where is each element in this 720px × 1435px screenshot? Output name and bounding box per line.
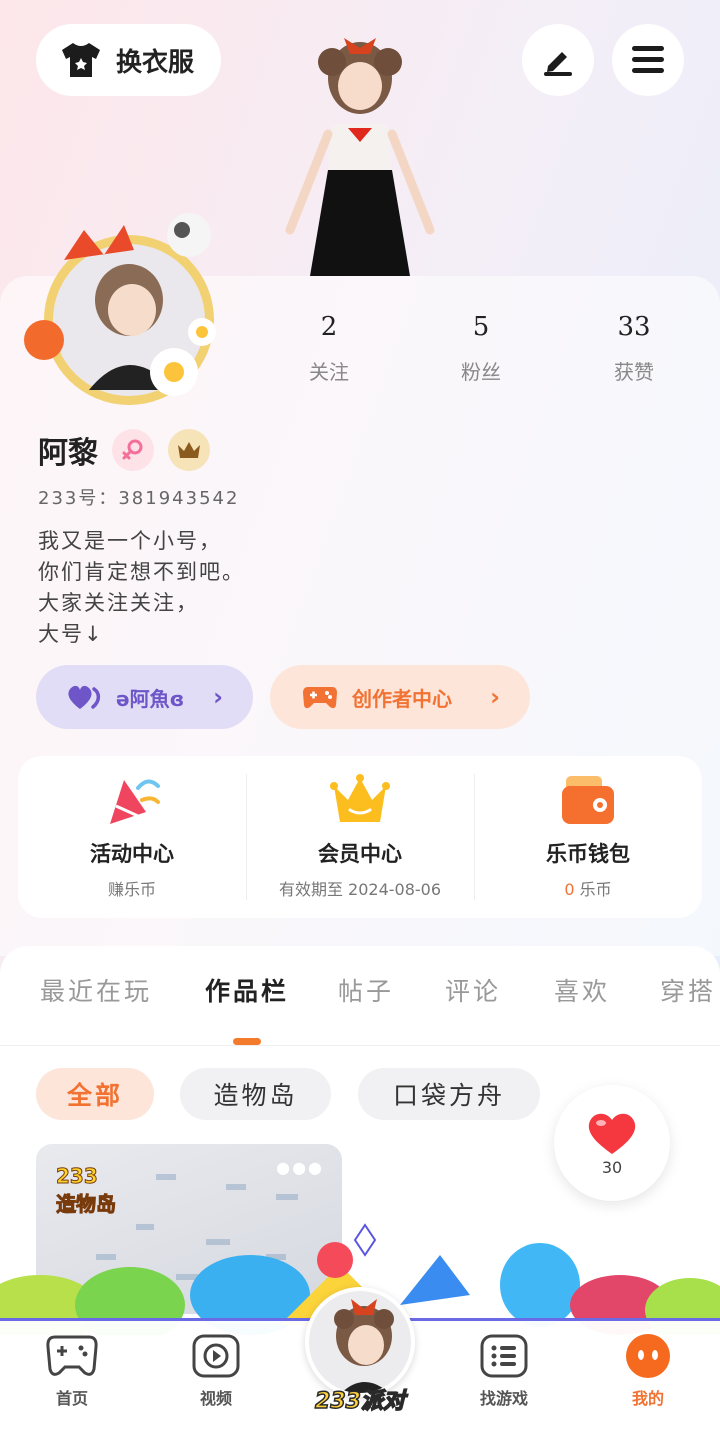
filter-chip-ark[interactable]: 口袋方舟	[358, 1068, 540, 1120]
followers-count: 5	[472, 312, 490, 342]
play-icon	[192, 1334, 240, 1378]
profile-icon	[626, 1334, 670, 1378]
bio-line: 大家关注关注，	[38, 591, 199, 615]
nav-label: 首页	[55, 1389, 88, 1408]
like-button[interactable]: 30	[554, 1085, 670, 1201]
partner-button[interactable]: ə阿魚ɞ ›	[36, 665, 253, 729]
female-icon	[112, 429, 154, 471]
tshirt-icon	[62, 43, 100, 77]
stat-likes[interactable]: 33 获赞	[574, 312, 694, 385]
creator-center-label: 创作者中心	[352, 686, 452, 711]
nav-me[interactable]: 我的	[603, 1333, 693, 1409]
service-subtitle: 0 乐币	[564, 876, 611, 900]
coin-unit: 乐币	[579, 880, 612, 899]
service-subtitle: 赚乐币	[107, 880, 156, 899]
change-outfit-label: 换衣服	[116, 47, 195, 78]
tab-posts[interactable]: 帖子	[338, 972, 394, 1008]
likes-label: 获赞	[614, 360, 654, 384]
tab-comments[interactable]: 评论	[445, 972, 501, 1008]
gamepad-plus-icon	[303, 687, 337, 709]
coin-balance: 0	[564, 880, 575, 899]
edit-button[interactable]	[522, 24, 594, 96]
heart-icon	[588, 1113, 636, 1154]
hearts-icon	[68, 685, 101, 709]
nav-label: 我的	[631, 1389, 664, 1408]
bio-line: 大号↓	[38, 622, 104, 646]
tab-recent[interactable]: 最近在玩	[40, 972, 152, 1008]
activity-center-button[interactable]: 活动中心 赚乐币	[18, 756, 246, 918]
service-title: 乐币钱包	[546, 842, 630, 866]
name-row: 阿黎	[38, 428, 210, 472]
nav-label: 找游戏	[479, 1389, 528, 1408]
tab-works[interactable]: 作品栏	[205, 972, 289, 1008]
party-label[interactable]: 233派对	[300, 1383, 420, 1415]
crown-icon	[330, 774, 390, 822]
service-title: 活动中心	[90, 842, 174, 866]
divider	[0, 1045, 720, 1046]
following-count: 2	[320, 312, 338, 342]
nav-party-avatar[interactable]	[305, 1287, 415, 1397]
filter-chip-all[interactable]: 全部	[36, 1068, 154, 1120]
nav-home[interactable]: 首页	[27, 1333, 117, 1409]
user-bio: 我又是一个小号， 你们肯定想不到吧。 大家关注关注， 大号↓	[38, 526, 245, 650]
wallet-button[interactable]: 乐币钱包 0 乐币	[474, 756, 702, 918]
menu-icon	[632, 46, 664, 73]
service-subtitle: 有效期至 2024-08-06	[278, 880, 442, 899]
user-name: 阿黎	[38, 436, 98, 471]
gamepad-icon	[46, 1335, 98, 1376]
stat-following[interactable]: 2 关注	[269, 312, 389, 385]
content-tabs: 最近在玩 作品栏 帖子 评论 喜欢 穿搭	[0, 972, 720, 1022]
vip-center-button[interactable]: 会员中心 有效期至 2024-08-06	[246, 756, 474, 918]
bio-line: 你们肯定想不到吧。	[38, 560, 245, 584]
chevron-right-icon: ›	[213, 683, 223, 711]
chevron-right-icon: ›	[490, 683, 500, 711]
followers-label: 粉丝	[461, 360, 501, 384]
bio-line: 我又是一个小号，	[38, 529, 222, 553]
change-outfit-button[interactable]: 换衣服	[36, 24, 221, 96]
creator-center-button[interactable]: 创作者中心 ›	[270, 665, 530, 729]
list-icon	[480, 1334, 528, 1378]
party-popper-icon	[110, 779, 160, 824]
nav-find-games[interactable]: 找游戏	[459, 1333, 549, 1409]
crown-badge-icon[interactable]	[168, 429, 210, 471]
edit-icon	[544, 52, 572, 76]
user-id: 233号：381943542	[38, 488, 240, 509]
active-tab-indicator	[233, 1038, 261, 1045]
wallet-icon	[562, 776, 614, 824]
tab-likes[interactable]: 喜欢	[554, 972, 610, 1008]
nav-label: 视频	[199, 1389, 232, 1408]
services-panel: 活动中心 赚乐币 会员中心 有效期至 2024-08-06 乐币钱包 0 乐币	[18, 756, 702, 918]
menu-button[interactable]	[612, 24, 684, 96]
tab-outfits[interactable]: 穿搭	[660, 972, 716, 1008]
likes-count: 33	[617, 312, 651, 342]
stat-followers[interactable]: 5 粉丝	[421, 312, 541, 385]
filter-chip-island[interactable]: 造物岛	[180, 1068, 331, 1120]
partner-label: ə阿魚ɞ	[116, 686, 185, 711]
character-model[interactable]	[270, 30, 450, 280]
like-count: 30	[601, 1157, 623, 1177]
nav-video[interactable]: 视频	[171, 1333, 261, 1409]
avatar-frame[interactable]	[24, 200, 224, 410]
following-label: 关注	[309, 360, 349, 384]
service-title: 会员中心	[318, 842, 402, 866]
